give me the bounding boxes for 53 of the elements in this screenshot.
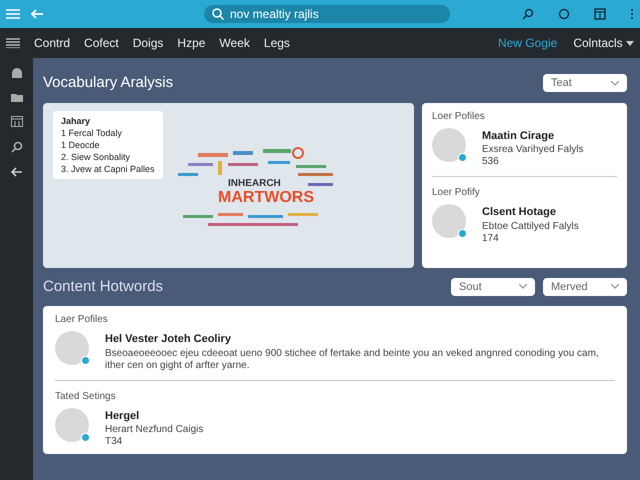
profile-description: Herart Nezfund Caigis xyxy=(105,424,204,436)
list-item: 1 Fercal Todaly xyxy=(61,126,123,138)
section-title: Content Hotwords xyxy=(43,276,164,296)
list-item: 2. Siew Sonbality xyxy=(61,150,132,162)
sort-dropdown[interactable]: Teat xyxy=(543,74,627,92)
menu-icon[interactable] xyxy=(6,38,20,48)
section-label: Loer Pofiles xyxy=(432,110,486,124)
section-label: Tated Setings xyxy=(55,390,117,404)
profile-name: Maatin Cirage xyxy=(482,128,556,144)
circle-icon[interactable] xyxy=(558,8,570,20)
nav-tab[interactable]: Legs xyxy=(264,34,290,52)
nav-tab[interactable]: Week xyxy=(219,34,250,52)
profile-count: 174 xyxy=(482,232,500,244)
sort-dropdown[interactable]: Merved xyxy=(543,278,627,296)
search-icon[interactable] xyxy=(10,141,22,153)
profile-name: Hergel xyxy=(105,408,140,424)
folder-icon[interactable] xyxy=(10,92,22,102)
search-icon[interactable] xyxy=(522,8,534,20)
search-field[interactable]: nov mealtiy rajlis xyxy=(204,5,450,23)
nav-tab[interactable]: Hzpe xyxy=(177,34,206,52)
list-item: 3. Jvew at Capni Palles xyxy=(61,162,155,174)
caret-icon xyxy=(611,80,619,86)
section-label: Loer Pofify xyxy=(432,186,481,200)
back-icon[interactable] xyxy=(10,167,22,177)
nav-tab[interactable]: Cofect xyxy=(84,34,119,52)
cloud-word: INHEARCH xyxy=(228,176,281,190)
caret-icon xyxy=(519,284,527,290)
list-item: 1 Deocde xyxy=(61,138,101,150)
menu-dropdown[interactable]: Colntacls xyxy=(573,34,634,52)
status-dot xyxy=(458,229,467,238)
profile-name: Hel Vester Joteh Ceoliry xyxy=(105,332,232,347)
search-icon xyxy=(212,8,224,20)
nav-link[interactable]: New Gogie xyxy=(498,34,558,52)
nav-tab[interactable]: Contrd xyxy=(34,34,70,52)
status-dot xyxy=(81,432,90,442)
caret-icon xyxy=(611,284,619,290)
section-label: Laer Pofiles xyxy=(55,313,109,327)
sort-dropdown[interactable]: Sout xyxy=(451,278,535,296)
nav-tab[interactable]: Doigs xyxy=(132,34,164,52)
profile-description: Bseoaeoeeooec ejeu cdeeoat ueno 900 stichee of fertake and beinte you an veked angnred conoding you cam, ither cen on gight of arfter yarne. xyxy=(105,348,600,372)
profile-count: T34 xyxy=(105,436,124,448)
profile-description: Exsrea Varihyed Falyls xyxy=(482,144,584,156)
profile-name: Clsent Hotage xyxy=(482,205,557,220)
home-icon[interactable] xyxy=(10,68,22,78)
caret-icon xyxy=(626,41,634,46)
cloud-word: MARTWORS xyxy=(218,188,314,208)
callout-title: Jahary xyxy=(61,114,92,126)
section-title: Vocabulary Aralysis xyxy=(43,73,174,93)
status-dot xyxy=(81,356,90,365)
more-icon[interactable] xyxy=(630,8,634,20)
profile-count: 536 xyxy=(482,156,500,168)
profile-description: Ebtoe Cattilyed Falyls xyxy=(482,220,579,232)
status-dot xyxy=(458,152,467,162)
